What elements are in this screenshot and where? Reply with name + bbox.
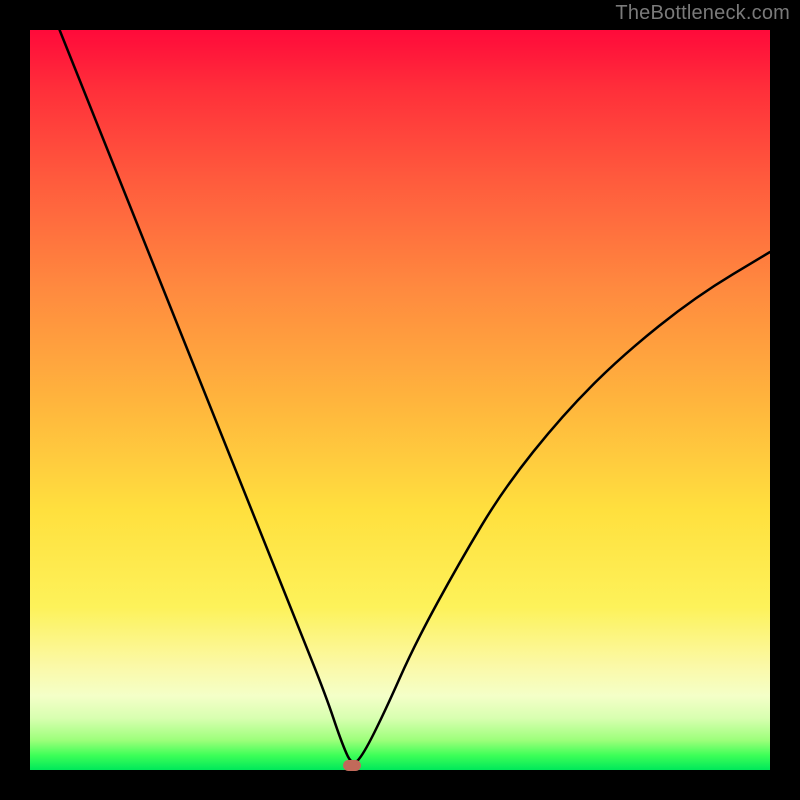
plot-area bbox=[30, 30, 770, 770]
chart-frame: TheBottleneck.com bbox=[0, 0, 800, 800]
watermark-text: TheBottleneck.com bbox=[615, 2, 790, 25]
optimum-marker bbox=[343, 760, 361, 771]
bottleneck-curve bbox=[30, 30, 770, 770]
